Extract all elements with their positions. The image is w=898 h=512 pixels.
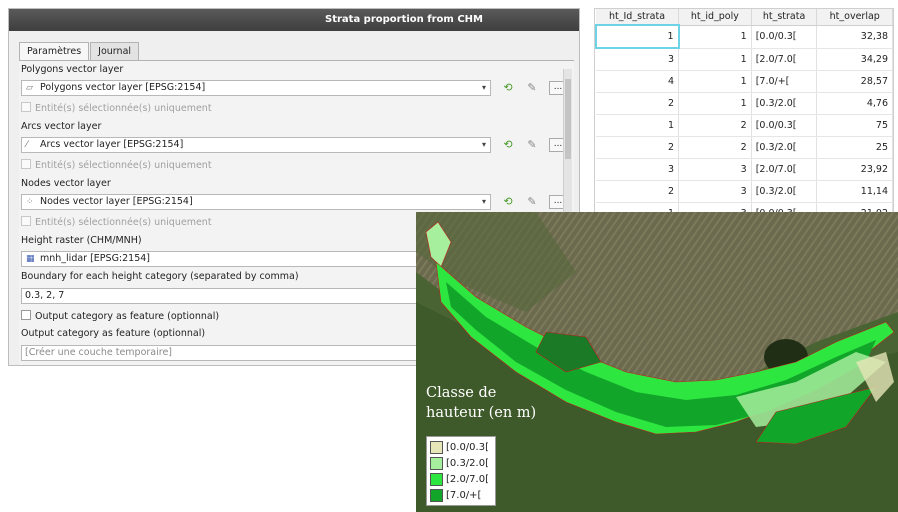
table-cell[interactable]: 1 <box>678 70 752 93</box>
polygons-layer-combo[interactable]: ▱ Polygons vector layer [EPSG:2154] ▾ <box>21 80 491 96</box>
table-cell[interactable]: 28,57 <box>816 70 893 93</box>
wrench-icon[interactable]: ✎ <box>523 194 541 210</box>
table-cell[interactable]: 2 <box>678 136 752 159</box>
table-row[interactable]: 2 2 [0.3/2.0[25 <box>596 136 893 159</box>
table-cell[interactable]: 75 <box>816 114 893 137</box>
legend-label: [2.0/7.0[ <box>446 473 489 485</box>
output-category-checkbox[interactable]: Output category as feature (optionnal) <box>21 310 219 322</box>
arcs-layer-combo[interactable]: ⁄ Arcs vector layer [EPSG:2154] ▾ <box>21 137 491 153</box>
table-row[interactable]: 4 1 [7.0/+[28,57 <box>596 70 893 93</box>
raster-layer-icon: ▦ <box>26 254 35 264</box>
tab-journal[interactable]: Journal <box>90 42 140 60</box>
arcs-layer-value: Arcs vector layer [EPSG:2154] <box>40 139 184 150</box>
polygons-selected-only-checkbox[interactable]: Entité(s) sélectionnée(s) uniquement <box>21 102 212 114</box>
chevron-down-icon: ▾ <box>481 140 486 149</box>
table-cell[interactable]: 4,76 <box>816 92 893 115</box>
table-cell[interactable]: 2 <box>596 136 680 159</box>
legend-title: Classe de hauteur (en m) <box>426 385 537 421</box>
legend-swatch <box>430 488 443 502</box>
tab-parametres[interactable]: Paramètres <box>19 42 90 61</box>
polygons-layer-value: Polygons vector layer [EPSG:2154] <box>40 82 206 93</box>
table-cell[interactable]: 11,14 <box>816 180 893 203</box>
column-header[interactable]: ht_strata <box>751 9 818 26</box>
raster-label: Height raster (CHM/MNH) <box>21 235 142 246</box>
output-label: Output category as feature (optionnal) <box>21 328 206 339</box>
wrench-icon[interactable]: ✎ <box>523 80 541 96</box>
table-cell[interactable]: [0.3/2.0[ <box>751 92 818 115</box>
legend-swatch <box>430 440 443 454</box>
boundary-label: Boundary for each height category (separ… <box>21 271 299 282</box>
table-cell[interactable]: 23,92 <box>816 158 893 181</box>
nodes-selected-only-checkbox[interactable]: Entité(s) sélectionnée(s) uniquement <box>21 216 212 228</box>
table-cell[interactable]: [0.3/2.0[ <box>751 136 818 159</box>
table-cell[interactable]: 4 <box>596 70 680 93</box>
table-row[interactable]: 1 1 [0.0/0.3[32,38 <box>595 24 893 49</box>
legend-swatch <box>430 472 443 486</box>
iterate-icon[interactable]: ⟲ <box>499 80 517 96</box>
table-cell[interactable]: 1 <box>595 24 680 49</box>
table-header: ht_Id_strata ht_id_poly ht_strata ht_overla… <box>596 9 893 26</box>
table-row[interactable]: 1 2 [0.0/0.3[75 <box>596 114 893 137</box>
chevron-down-icon: ▾ <box>481 83 486 92</box>
iterate-icon[interactable]: ⟲ <box>499 194 517 210</box>
table-cell[interactable]: 25 <box>816 136 893 159</box>
table-cell[interactable]: 3 <box>678 180 752 203</box>
table-cell[interactable]: [7.0/+[ <box>751 70 818 93</box>
table-cell[interactable]: 3 <box>596 48 680 71</box>
line-layer-icon: ⁄ <box>26 140 28 150</box>
dialog-tabs: Paramètres Journal <box>19 42 140 61</box>
legend-label: [7.0/+[ <box>446 489 482 501</box>
legend-item: [0.3/2.0[ <box>430 455 492 471</box>
table-cell[interactable]: [0.0/0.3[ <box>751 114 818 137</box>
map-legend: [0.0/0.3[ [0.3/2.0[ [2.0/7.0[ [7.0/+[ <box>426 436 496 506</box>
raster-value: mnh_lidar [EPSG:2154] <box>40 253 151 264</box>
table-cell[interactable]: [2.0/7.0[ <box>751 48 818 71</box>
table-cell[interactable]: 34,29 <box>816 48 893 71</box>
legend-item: [2.0/7.0[ <box>430 471 492 487</box>
table-cell[interactable]: 1 <box>678 48 752 71</box>
column-header[interactable]: ht_Id_strata <box>596 9 680 26</box>
column-header[interactable]: ht_id_poly <box>678 9 752 26</box>
iterate-icon[interactable]: ⟲ <box>499 137 517 153</box>
table-cell[interactable]: 2 <box>596 92 680 115</box>
table-cell[interactable]: 2 <box>678 114 752 137</box>
nodes-layer-label: Nodes vector layer <box>21 178 111 189</box>
table-cell[interactable]: 2 <box>596 180 680 203</box>
table-cell[interactable]: 1 <box>596 114 680 137</box>
arcs-layer-label: Arcs vector layer <box>21 121 102 132</box>
table-cell[interactable]: 1 <box>678 92 752 115</box>
legend-label: [0.0/0.3[ <box>446 441 489 453</box>
table-cell[interactable]: [0.0/0.3[ <box>751 25 818 49</box>
table-cell[interactable]: 3 <box>678 158 752 181</box>
table-row[interactable]: 3 1 [2.0/7.0[34,29 <box>596 48 893 71</box>
legend-swatch <box>430 456 443 470</box>
table-cell[interactable]: 3 <box>596 158 680 181</box>
polygons-layer-label: Polygons vector layer <box>21 64 124 75</box>
wrench-icon[interactable]: ✎ <box>523 137 541 153</box>
polygon-layer-icon: ▱ <box>26 83 33 93</box>
table-row[interactable]: 2 1 [0.3/2.0[4,76 <box>596 92 893 115</box>
table-cell[interactable]: [0.3/2.0[ <box>751 180 818 203</box>
nodes-layer-combo[interactable]: ⁘ Nodes vector layer [EPSG:2154] ▾ <box>21 194 491 210</box>
legend-item: [7.0/+[ <box>430 487 492 503</box>
nodes-layer-value: Nodes vector layer [EPSG:2154] <box>40 196 193 207</box>
legend-item: [0.0/0.3[ <box>430 439 492 455</box>
point-layer-icon: ⁘ <box>26 197 34 207</box>
table-cell[interactable]: 32,38 <box>816 25 893 49</box>
table-row[interactable]: 3 3 [2.0/7.0[23,92 <box>596 158 893 181</box>
chevron-down-icon: ▾ <box>481 197 486 206</box>
table-row[interactable]: 2 3 [0.3/2.0[11,14 <box>596 180 893 203</box>
legend-label: [0.3/2.0[ <box>446 457 489 469</box>
table-cell[interactable]: 1 <box>678 25 752 49</box>
dialog-title: Strata proportion from CHM <box>9 9 579 31</box>
arcs-selected-only-checkbox[interactable]: Entité(s) sélectionnée(s) uniquement <box>21 159 212 171</box>
table-cell[interactable]: [2.0/7.0[ <box>751 158 818 181</box>
column-header[interactable]: ht_overlap <box>816 9 893 26</box>
